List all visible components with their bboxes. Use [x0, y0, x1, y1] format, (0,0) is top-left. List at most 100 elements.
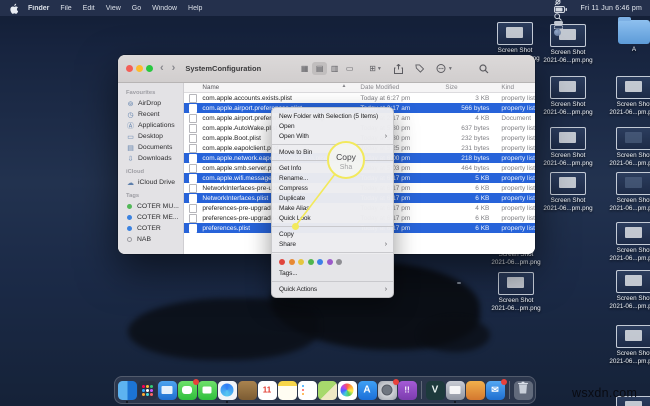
menu-item-share[interactable]: Share› [272, 239, 393, 249]
menu-bar-item-help[interactable]: Help [188, 5, 202, 12]
menu-item-quick-actions[interactable]: Quick Actions› [272, 284, 393, 294]
dock-app-calendar[interactable]: 11 [258, 381, 277, 400]
sidebar-item-nab[interactable]: NAB [118, 234, 183, 245]
screenshot-thumbnail [550, 172, 586, 195]
menu-item-make-alias[interactable]: Make Alias [272, 203, 393, 213]
sidebar-item-icloud-drive[interactable]: ☁iCloud Drive [118, 177, 183, 188]
desktop-file-icon[interactable]: Screen Shot2021-06...pm.png [599, 325, 650, 365]
menu-bar-item-edit[interactable]: Edit [83, 5, 95, 12]
dock-app-preview-app[interactable] [466, 381, 485, 400]
menu-bar-item-view[interactable]: View [106, 5, 121, 12]
dock-app-blue-window-app[interactable] [158, 381, 177, 400]
menu-item-duplicate[interactable]: Duplicate [272, 193, 393, 203]
desktop-file-icon[interactable]: Screen Shot2021-06...pm.png [533, 76, 603, 116]
menu-bar-clock[interactable]: Fri 11 Jun 6:46 pm [581, 5, 642, 12]
desktop-file-icon[interactable]: Screen Shot2021-06...pm.png [481, 272, 551, 312]
menu-bar-item-finder[interactable]: Finder [28, 5, 49, 12]
table-row[interactable]: com.apple.accounts.exists.plistToday at … [184, 93, 535, 103]
list-view-icon[interactable]: ▤ [312, 62, 327, 75]
close-button[interactable] [126, 65, 133, 72]
menu-item-new-folder-with-selection-5-items[interactable]: New Folder with Selection (5 Items) [272, 111, 393, 121]
column-view-icon[interactable]: ▥ [327, 62, 342, 75]
search-icon[interactable] [479, 64, 489, 74]
desktop-file-icon[interactable]: Screen Shot2021-06...pm.png [533, 127, 603, 167]
plist-file-icon [189, 184, 197, 193]
dock-app-app-store[interactable]: A [358, 381, 377, 400]
battery-icon[interactable] [554, 6, 567, 13]
menu-item-quick-look[interactable]: Quick Look [272, 213, 393, 223]
dock-app-facetime[interactable] [198, 381, 217, 400]
calendar-glyph: 11 [258, 385, 277, 394]
more-actions-button[interactable]: ▼ [436, 63, 453, 74]
gallery-view-icon[interactable]: ▭ [342, 62, 357, 75]
dock-app-notes[interactable] [278, 381, 297, 400]
minimize-button[interactable] [136, 65, 143, 72]
dock-app-messages[interactable] [178, 381, 197, 400]
dock-app-mail-app[interactable]: ✉ [486, 381, 505, 400]
share-icon[interactable] [394, 64, 403, 74]
sidebar-item-documents[interactable]: ▤Documents [118, 142, 183, 153]
menu-item-compress[interactable]: Compress [272, 183, 393, 193]
tag-color-dot[interactable] [289, 259, 295, 265]
sidebar-item-desktop[interactable]: ▭Desktop [118, 131, 183, 142]
forward-button[interactable]: › [168, 63, 180, 74]
column-header-kind[interactable]: Kind [489, 84, 535, 91]
tag-color-dot[interactable] [327, 259, 333, 265]
column-header-name[interactable]: Name▲ [202, 84, 352, 91]
group-by-button[interactable]: ⊞▼ [369, 64, 382, 73]
tag-color-dot[interactable] [336, 259, 342, 265]
dock-separator [509, 381, 510, 399]
sidebar-item-airdrop[interactable]: ⊚AirDrop [118, 98, 183, 109]
sidebar-item-downloads[interactable]: ⇩Downloads [118, 153, 183, 164]
dock-app-vivaldi[interactable]: V [426, 381, 445, 400]
search-icon[interactable] [554, 13, 567, 21]
dock-app-reminders[interactable] [298, 381, 317, 400]
screenshot-thumbnail [497, 22, 533, 45]
dock-app-purple-alert-app[interactable]: !! [398, 381, 417, 400]
file-kind: property list [489, 155, 535, 162]
callout-ghost-text: Sha [329, 164, 363, 171]
dock-app-trash[interactable] [514, 381, 533, 400]
dock-app-maps[interactable] [318, 381, 337, 400]
desktop-file-icon[interactable]: Screen Shot2021-06...pm.png [599, 270, 650, 310]
menu-bar-item-window[interactable]: Window [152, 5, 177, 12]
column-header-date[interactable]: Date Modified [352, 84, 445, 91]
apple-menu-icon[interactable] [9, 3, 18, 14]
sidebar-item-coter-me-[interactable]: COTER ME... [118, 212, 183, 223]
back-button[interactable]: ‹ [156, 63, 168, 74]
menu-item-rename[interactable]: Rename... [272, 173, 393, 183]
desktop-file-icon[interactable]: Screen Shot2021-06...pm.png [533, 172, 603, 212]
menu-item-copy[interactable]: Copy [272, 229, 393, 239]
sidebar-item-coter-mu-[interactable]: COTER MU... [118, 201, 183, 212]
menu-item-tags[interactable]: Tags... [272, 268, 393, 278]
tag-color-dot[interactable] [298, 259, 304, 265]
desktop-file-icon[interactable]: Screen Shot2021-06...pm.png [599, 172, 650, 212]
dock-app-brown-app[interactable] [238, 381, 257, 400]
dock-app-photos[interactable] [338, 381, 357, 400]
desktop-file-icon[interactable]: Screen Shot2021-06...pm.png [599, 222, 650, 262]
sidebar-item-coter[interactable]: COTER [118, 223, 183, 234]
siri-icon[interactable] [554, 29, 567, 36]
control-center-icon[interactable] [554, 21, 567, 29]
dock-app-vm-app[interactable] [446, 381, 465, 400]
window-toolbar: ‹ › SystemConfiguration ▦ ▤ ▥ ▭ ⊞▼ ▼ [118, 55, 535, 83]
tag-icon[interactable] [415, 64, 424, 73]
tag-color-dot[interactable] [317, 259, 323, 265]
sidebar-item-applications[interactable]: ⒶApplications [118, 120, 183, 131]
icon-view-icon[interactable]: ▦ [297, 62, 312, 75]
desktop-file-icon[interactable]: Screen Shot2021-06...pm.png [599, 127, 650, 167]
column-header-size[interactable]: Size [445, 84, 489, 91]
menu-bar-item-go[interactable]: Go [132, 5, 141, 12]
menu-bar-item-file[interactable]: File [60, 5, 71, 12]
tag-color-dot[interactable] [308, 259, 314, 265]
dock-app-system-preferences[interactable] [378, 381, 397, 400]
menu-item-open[interactable]: Open [272, 121, 393, 131]
dock-app-safari[interactable] [218, 381, 237, 400]
zoom-button[interactable] [146, 65, 153, 72]
menu-item-open-with[interactable]: Open With› [272, 131, 393, 141]
sidebar-item-recent[interactable]: ◷Recent [118, 109, 183, 120]
desktop-file-icon[interactable]: Screen Shot2021-06...pm.png [599, 76, 650, 116]
tag-color-dot[interactable] [279, 259, 285, 265]
dock-app-launchpad[interactable] [138, 381, 157, 400]
dock-app-finder[interactable] [118, 381, 137, 400]
